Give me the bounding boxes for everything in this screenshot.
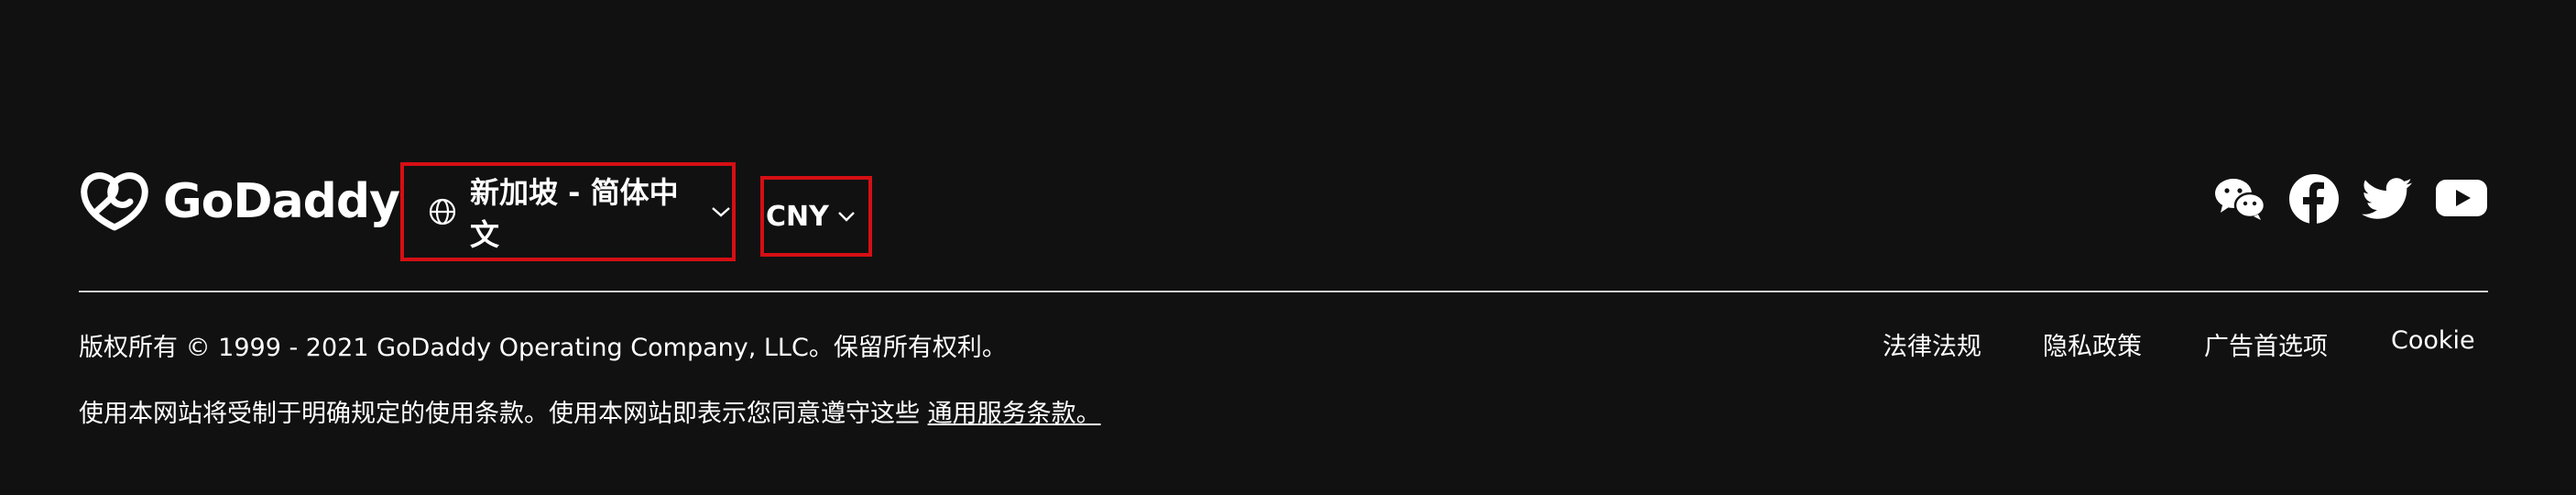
terms-of-service-link[interactable]: 通用服务条款。 [928,400,1101,428]
brand-name: GoDaddy [163,174,400,229]
ad-preferences-link[interactable]: 广告首选项 [2204,326,2328,362]
region-language-selector[interactable]: 新加坡 - 简体中文 [400,162,736,261]
globe-icon [428,197,457,226]
social-links [2213,174,2510,224]
facebook-icon[interactable] [2289,174,2339,224]
youtube-icon[interactable] [2436,180,2487,218]
copyright-text: 版权所有 © 1999 - 2021 GoDaddy Operating Com… [79,334,1007,362]
terms-notice: 使用本网站将受制于明确规定的使用条款。使用本网站即表示您同意遵守这些 通用服务条… [79,393,1101,429]
footer-divider [79,291,2488,292]
chevron-down-icon [836,210,857,223]
wechat-icon[interactable] [2213,176,2266,222]
privacy-policy-link[interactable]: 隐私政策 [2043,326,2142,362]
terms-text: 使用本网站将受制于明确规定的使用条款。使用本网站即表示您同意遵守这些 [79,400,928,428]
region-label: 新加坡 - 简体中文 [470,175,679,252]
cookie-link[interactable]: Cookie [2391,326,2475,355]
currency-label: CNY [766,200,829,233]
twitter-icon[interactable] [2362,178,2413,220]
currency-selector[interactable]: CNY [760,176,872,257]
godaddy-logo-icon [81,172,148,231]
legal-link[interactable]: 法律法规 [1883,326,1981,362]
chevron-down-icon [710,204,732,219]
godaddy-logo[interactable]: GoDaddy [79,170,400,233]
